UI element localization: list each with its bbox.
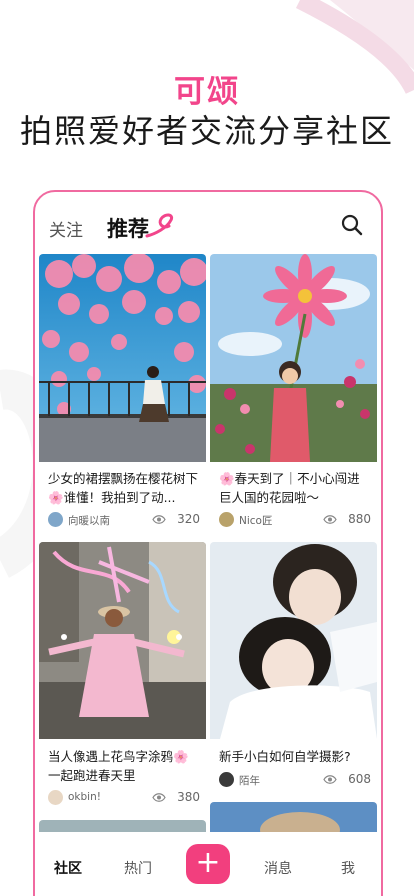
add-post-button[interactable]: + <box>186 844 230 884</box>
eye-icon <box>323 775 337 784</box>
post-photo[interactable] <box>210 254 377 462</box>
view-count: 320 <box>177 512 200 526</box>
avatar[interactable] <box>48 512 63 527</box>
post-meta: 陌年 608 <box>219 772 371 788</box>
avatar[interactable] <box>219 512 234 527</box>
author-name[interactable]: okbin! <box>68 791 101 803</box>
view-count: 608 <box>348 772 371 786</box>
author-name[interactable]: 向暖以南 <box>68 513 110 528</box>
post-meta: 向暖以南 320 <box>48 512 200 528</box>
search-icon[interactable] <box>341 214 363 236</box>
post-photo[interactable] <box>210 542 377 739</box>
nav-hot[interactable]: 热门 <box>113 858 163 878</box>
post-photo[interactable] <box>39 542 206 739</box>
author-name[interactable]: Nico匠 <box>239 513 272 528</box>
post-meta: okbin! 380 <box>48 790 200 806</box>
top-tabs: 关注 推荐 <box>35 192 381 254</box>
eye-icon <box>152 515 166 524</box>
nav-messages[interactable]: 消息 <box>253 858 303 878</box>
eye-icon <box>323 515 337 524</box>
feed-card[interactable]: 少女的裙摆飘扬在樱花树下🌸谁懂！我拍到了动... 向暖以南 320 <box>39 254 206 536</box>
eye-icon <box>152 793 166 802</box>
active-tab-swirl-icon <box>145 213 174 238</box>
avatar[interactable] <box>219 772 234 787</box>
tab-follow[interactable]: 关注 <box>49 216 83 241</box>
post-title[interactable]: 新手小白如何自学摄影? <box>219 747 371 766</box>
author-name[interactable]: 陌年 <box>239 773 260 788</box>
bottom-navigation: 社区 热门 + 消息 我 <box>35 832 381 896</box>
avatar[interactable] <box>48 790 63 805</box>
phone-frame: 关注 推荐 少女的裙摆飘扬在樱花树下🌸谁懂！我拍到了动... 向暖以南 320 … <box>33 190 383 896</box>
feed-card[interactable]: 新手小白如何自学摄影? 陌年 608 <box>210 542 377 792</box>
feed-card[interactable]: 当人像遇上花鸟字涂鸦🌸一起跑进春天里 okbin! 380 <box>39 542 206 812</box>
view-count: 380 <box>177 790 200 804</box>
post-photo[interactable] <box>39 254 206 462</box>
view-count: 880 <box>348 512 371 526</box>
post-title[interactable]: 🌸春天到了｜不小心闯进巨人国的花园啦～ <box>219 469 371 507</box>
post-meta: Nico匠 880 <box>219 512 371 528</box>
app-tagline: 拍照爱好者交流分享社区 <box>19 112 394 150</box>
app-name: 可颂 <box>174 74 240 110</box>
nav-me[interactable]: 我 <box>323 858 373 878</box>
feed-card[interactable]: 🌸春天到了｜不小心闯进巨人国的花园啦～ Nico匠 880 <box>210 254 377 536</box>
post-title[interactable]: 少女的裙摆飘扬在樱花树下🌸谁懂！我拍到了动... <box>48 469 200 507</box>
nav-community[interactable]: 社区 <box>43 858 93 878</box>
post-title[interactable]: 当人像遇上花鸟字涂鸦🌸一起跑进春天里 <box>48 747 200 785</box>
